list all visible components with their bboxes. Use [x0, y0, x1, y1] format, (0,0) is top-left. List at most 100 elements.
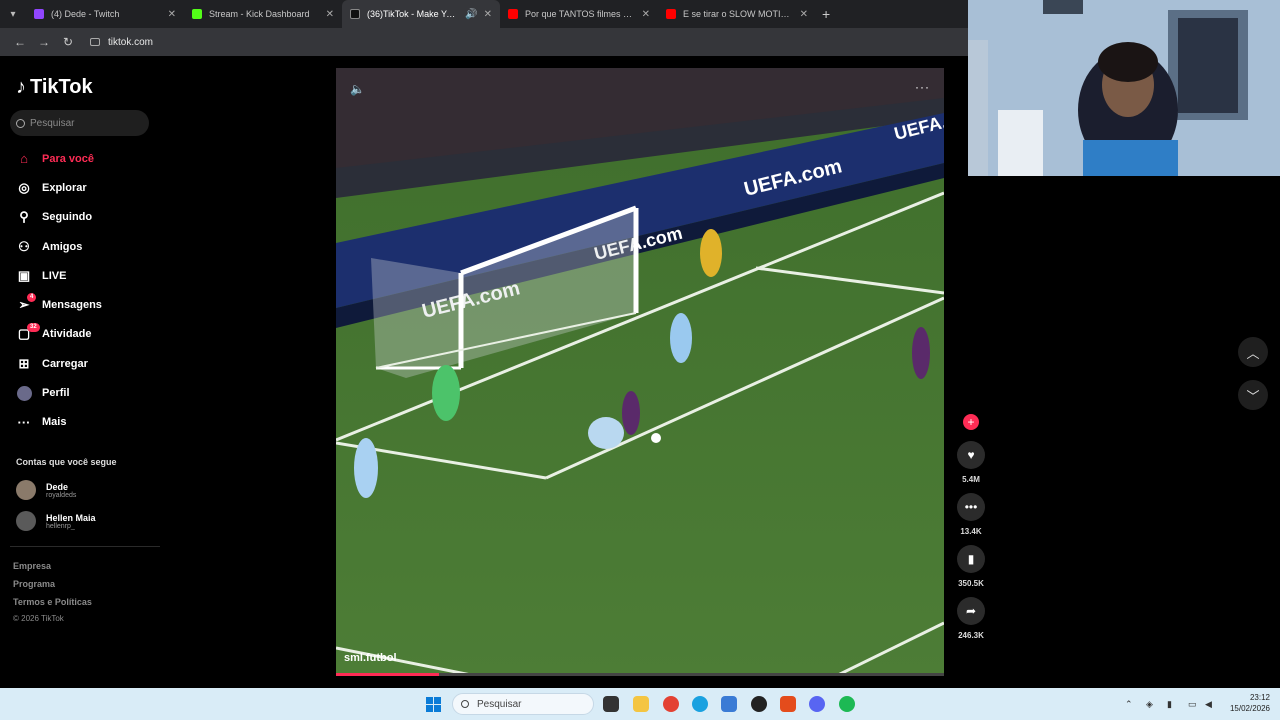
url-text: tiktok.com: [108, 36, 154, 48]
windows-start-icon[interactable]: [426, 697, 441, 712]
upload-icon: ⊞: [18, 355, 30, 371]
sidebar-nav: ⌂ Para você ◎ Explorar ⚲ Seguindo ⚇ Amig…: [16, 144, 166, 437]
browser-tab[interactable]: (4) Dede - Twitch ✕: [26, 0, 184, 28]
comment-action[interactable]: ••• 13.4K: [955, 493, 987, 536]
video-frame: UEFA.com UEFA.com UEFA.com UEFA.com: [336, 68, 944, 676]
sidebar-item-live[interactable]: ▣ LIVE: [16, 261, 166, 290]
forward-icon[interactable]: →: [32, 35, 56, 49]
taskbar-search-placeholder: Pesquisar: [477, 698, 522, 710]
footer-link-termos[interactable]: Termos e Políticas: [13, 597, 92, 607]
tray-chevron-icon[interactable]: ⌃: [1125, 699, 1135, 709]
tab-search-icon[interactable]: ▾: [0, 0, 26, 28]
logo-text: TikTok: [30, 76, 93, 98]
footer-link-programa[interactable]: Programa: [13, 579, 55, 589]
share-icon[interactable]: ➦: [957, 597, 985, 625]
audio-icon[interactable]: 🔊: [465, 9, 477, 20]
comment-count: 13.4K: [960, 527, 982, 536]
heart-icon[interactable]: ♥: [957, 441, 985, 469]
back-icon[interactable]: ←: [8, 35, 32, 49]
reload-icon[interactable]: ↻: [56, 35, 80, 49]
video-progress-bar[interactable]: [336, 673, 944, 676]
spotify-icon[interactable]: [839, 696, 855, 712]
task-view-icon[interactable]: [603, 696, 619, 712]
chrome-icon[interactable]: [663, 696, 679, 712]
sidebar-item-carregar[interactable]: ⊞ Carregar: [16, 349, 166, 378]
taskbar-search-input[interactable]: Pesquisar: [452, 693, 594, 715]
following-account[interactable]: Hellen Maia hellenrp_: [16, 511, 96, 531]
clock-date: 15/02/2026: [1229, 704, 1270, 713]
site-info-icon[interactable]: [90, 38, 100, 46]
microphone-icon[interactable]: ▮: [1167, 699, 1177, 709]
sidebar-item-mais[interactable]: ··· Mais: [16, 408, 166, 437]
close-tab-icon[interactable]: ✕: [484, 9, 492, 20]
clock-time: 23:12: [1249, 693, 1270, 702]
account-handle: royaldeds: [46, 491, 77, 499]
tab-title: E se tirar o SLOW MOTION de: [683, 9, 794, 19]
sidebar-item-label: Atividade: [42, 328, 92, 341]
sidebar-item-label: Amigos: [42, 240, 83, 253]
volume-icon[interactable]: 🔈: [350, 82, 365, 96]
discord-icon[interactable]: [809, 696, 825, 712]
app-icon[interactable]: [780, 696, 796, 712]
close-tab-icon[interactable]: ✕: [642, 9, 650, 20]
browser-tab[interactable]: Por que TANTOS filmes bons n ✕: [500, 0, 658, 28]
comment-icon[interactable]: •••: [957, 493, 985, 521]
footer-link-empresa[interactable]: Empresa: [13, 561, 51, 571]
save-action[interactable]: ▮ 350.5K: [955, 545, 987, 588]
sidebar-item-seguindo[interactable]: ⚲ Seguindo: [16, 203, 166, 232]
sidebar-item-label: Seguindo: [42, 211, 93, 224]
more-options-icon[interactable]: ···: [915, 80, 930, 94]
sidebar-item-atividade[interactable]: ▢ 32 Atividade: [16, 320, 166, 349]
home-icon: ⌂: [20, 151, 28, 167]
display-icon[interactable]: ▭: [1188, 699, 1198, 709]
sidebar-item-explorar[interactable]: ◎ Explorar: [16, 173, 166, 202]
edge-icon[interactable]: [692, 696, 708, 712]
obs-icon[interactable]: [751, 696, 767, 712]
following-account[interactable]: Dede royaldeds: [16, 480, 76, 500]
kick-icon: [192, 9, 202, 19]
sidebar-item-perfil[interactable]: Perfil: [16, 378, 166, 407]
account-handle: hellenrp_: [46, 522, 75, 530]
tiktok-icon: [350, 9, 360, 19]
browser-tab[interactable]: E se tirar o SLOW MOTION de ✕: [658, 0, 816, 28]
network-icon[interactable]: ◈: [1146, 699, 1156, 709]
chevron-down-icon: ﹀: [1246, 388, 1260, 404]
close-tab-icon[interactable]: ✕: [168, 9, 176, 20]
url-field[interactable]: tiktok.com: [90, 37, 153, 48]
browser-tab[interactable]: Stream - Kick Dashboard ✕: [184, 0, 342, 28]
following-section-title: Contas que você segue: [16, 457, 117, 467]
file-explorer-icon[interactable]: [633, 696, 649, 712]
share-action[interactable]: ➦ 246.3K: [955, 597, 987, 640]
bookmark-icon[interactable]: ▮: [957, 545, 985, 573]
previous-video-button[interactable]: ︿: [1238, 337, 1268, 367]
video-player[interactable]: UEFA.com UEFA.com UEFA.com UEFA.com: [336, 68, 944, 676]
close-tab-icon[interactable]: ✕: [326, 9, 334, 20]
taskbar-clock[interactable]: 23:12 15/02/2026: [1230, 692, 1270, 714]
twitch-icon: [34, 9, 44, 19]
webcam-overlay: [968, 0, 1280, 176]
friends-icon: ⚇: [18, 238, 30, 254]
store-icon[interactable]: [721, 696, 737, 712]
avatar: [16, 480, 36, 500]
search-input[interactable]: Pesquisar: [10, 110, 149, 136]
browser-tab-active[interactable]: (36)TikTok - Make Your Day 🔊 ✕: [342, 0, 500, 28]
next-video-button[interactable]: ﹀: [1238, 380, 1268, 410]
copyright: © 2026 TikTok: [13, 614, 64, 623]
like-action[interactable]: ♥ 5.4M: [955, 441, 987, 484]
video-author[interactable]: sml.futbol: [344, 652, 397, 664]
tab-title: Stream - Kick Dashboard: [209, 9, 310, 19]
sidebar-item-mensagens[interactable]: ➢ 4 Mensagens: [16, 290, 166, 319]
close-tab-icon[interactable]: ✕: [800, 9, 808, 20]
follow-plus-button[interactable]: +: [963, 414, 979, 430]
volume-icon[interactable]: ◀: [1205, 699, 1215, 709]
new-tab-icon[interactable]: +: [822, 6, 830, 22]
youtube-icon: [666, 9, 676, 19]
notification-badge: 4: [27, 293, 37, 303]
sidebar-item-label: Mais: [42, 416, 67, 429]
tab-title: (4) Dede - Twitch: [51, 9, 120, 19]
tiktok-logo[interactable]: ♪ TikTok: [16, 76, 93, 99]
avatar: [16, 511, 36, 531]
sidebar-item-amigos[interactable]: ⚇ Amigos: [16, 232, 166, 261]
sidebar-item-para-voce[interactable]: ⌂ Para você: [16, 144, 166, 173]
account-name: Dede: [46, 481, 69, 492]
